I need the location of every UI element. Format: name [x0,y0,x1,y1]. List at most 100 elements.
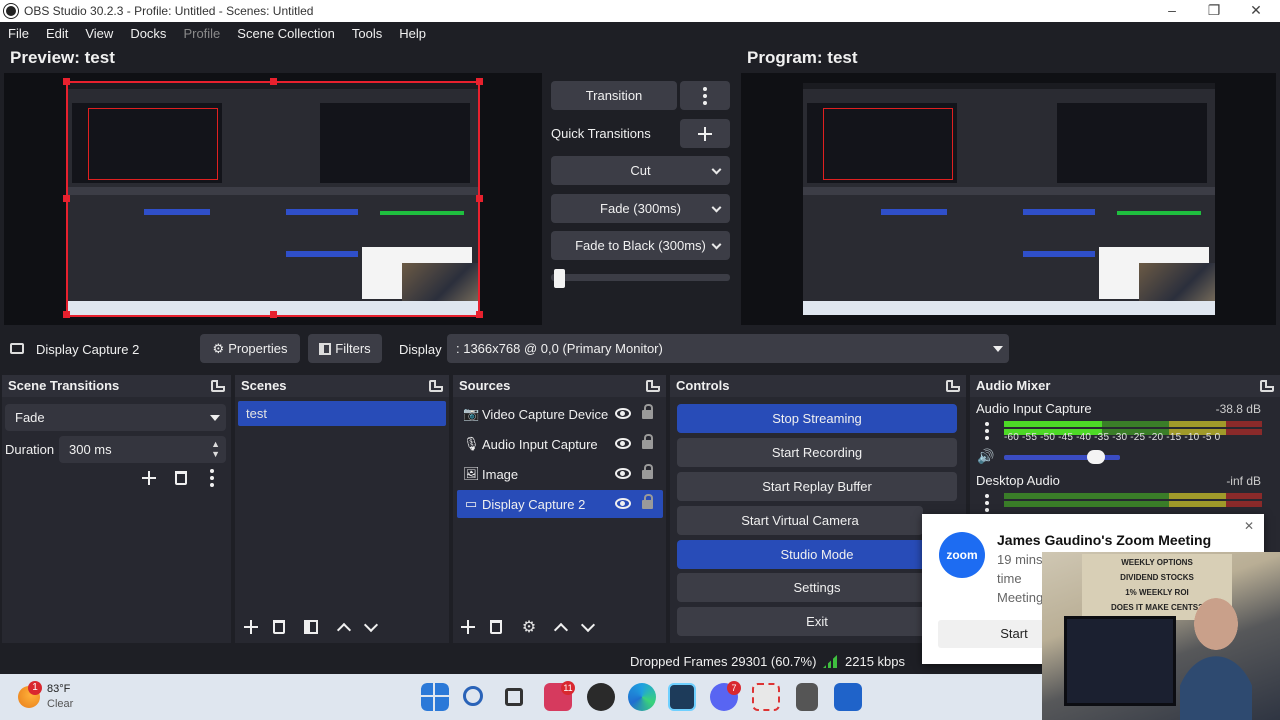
preview-canvas[interactable] [4,73,542,325]
resize-handle[interactable] [270,311,277,318]
sources-dock: Sources 📷 Video Capture Device 🎙 Audio Inp… [453,375,666,643]
source-item[interactable]: 🎙 Audio Input Capture [457,430,663,458]
eye-icon[interactable] [615,408,631,419]
channel-db-level: -38.8 dB [1215,402,1261,416]
minimize-button[interactable]: – [1152,0,1192,22]
transition-type-select[interactable]: Fade [5,404,226,431]
studio-mode-button[interactable]: Studio Mode [677,540,957,569]
restore-button[interactable]: ❐ [1194,0,1234,22]
add-scene-button[interactable] [239,615,263,639]
stop-streaming-button[interactable]: Stop Streaming [677,404,957,433]
lock-icon[interactable] [642,494,653,509]
resize-handle[interactable] [63,195,70,202]
transition-button[interactable]: Transition [551,81,677,110]
undock-icon[interactable] [646,380,660,392]
lock-icon[interactable] [642,434,653,449]
resize-handle[interactable] [476,78,483,85]
add-transition-button[interactable] [137,466,161,490]
undock-icon[interactable] [429,380,443,392]
weather-badge: 1 [28,681,42,695]
duration-spinbox[interactable]: 300 ms ▲ ▼ [59,436,226,463]
source-item-selected[interactable]: ▭ Display Capture 2 [457,490,663,518]
fade-to-black-button[interactable]: Fade to Black (300ms) [551,231,730,260]
task-view-icon[interactable] [505,688,523,706]
spin-arrows-icon[interactable]: ▲ ▼ [211,439,220,459]
lock-icon[interactable] [642,464,653,479]
zoom-logo-icon: zoom [939,532,985,578]
sources-header: Sources [453,375,666,397]
trash-icon [273,620,285,634]
source-item[interactable]: 📷 Video Capture Device [457,400,663,428]
channel-options-button[interactable] [975,419,999,443]
volume-slider[interactable] [1004,450,1120,464]
eye-icon[interactable] [615,438,631,449]
resize-handle[interactable] [476,311,483,318]
resize-handle[interactable] [270,78,277,85]
properties-button[interactable]: ⚙ Properties [200,334,300,363]
scene-item[interactable]: test [238,401,446,426]
transition-tbar[interactable] [551,269,730,288]
move-scene-up-button[interactable] [332,615,356,639]
exit-button[interactable]: Exit [677,607,957,636]
windows-start-icon[interactable] [421,683,449,711]
search-icon[interactable] [463,686,483,706]
source-properties-button[interactable]: ⚙ [517,615,541,639]
menu-profile[interactable]: Profile [183,26,220,41]
edge-browser-icon[interactable] [628,683,656,711]
toast-close-icon[interactable]: ✕ [1244,519,1254,533]
obs-taskbar-icon[interactable] [587,683,615,711]
calculator-icon[interactable] [796,683,818,711]
menu-file[interactable]: File [8,26,29,41]
source-item[interactable]: 🖼 Image [457,460,663,488]
eye-icon[interactable] [615,498,631,509]
display-select[interactable]: : 1366x768 @ 0,0 (Primary Monitor) [447,334,1009,363]
tbar-handle[interactable] [554,269,566,288]
channel-name: Audio Input Capture [976,401,1092,416]
dock-title: Scene Transitions [8,378,120,393]
transition-menu-button[interactable] [680,81,730,110]
menu-edit[interactable]: Edit [46,26,68,41]
resize-handle[interactable] [63,78,70,85]
menu-docks[interactable]: Docks [130,26,166,41]
selected-source-name: Display Capture 2 [36,342,140,357]
speaker-icon[interactable]: 🔊 [977,448,994,465]
menu-tools[interactable]: Tools [352,26,382,41]
start-recording-button[interactable]: Start Recording [677,438,957,467]
fade-transition-button[interactable]: Fade (300ms) [551,194,730,223]
plus-icon [142,471,156,485]
menu-view[interactable]: View [85,26,113,41]
caret-down-icon [993,346,1003,352]
menu-help[interactable]: Help [399,26,426,41]
remove-transition-button[interactable] [169,466,193,490]
lock-icon[interactable] [642,404,653,419]
transition-options-button[interactable] [200,466,224,490]
undock-icon[interactable] [211,380,225,392]
settings-button[interactable]: Settings [677,573,957,602]
remove-scene-button[interactable] [267,615,291,639]
selection-bounding-box[interactable] [66,81,480,317]
duration-label: Duration [5,442,55,457]
start-replay-buffer-button[interactable]: Start Replay Buffer [677,472,957,501]
menu-scene-collection[interactable]: Scene Collection [237,26,335,41]
volume-slider-knob[interactable] [1087,450,1106,464]
eye-icon[interactable] [615,468,631,479]
move-source-up-button[interactable] [549,615,573,639]
undock-icon[interactable] [946,380,960,392]
close-button[interactable]: ✕ [1236,0,1276,22]
resize-handle[interactable] [476,195,483,202]
app-icon[interactable] [668,683,696,711]
undock-icon[interactable] [1260,380,1274,392]
filters-button[interactable]: Filters [308,334,382,363]
snipping-tool-icon[interactable] [752,683,780,711]
start-virtual-camera-button[interactable]: Start Virtual Camera [677,506,923,535]
scene-filters-button[interactable] [299,615,323,639]
remove-source-button[interactable] [484,615,508,639]
add-source-button[interactable] [456,615,480,639]
move-scene-down-button[interactable] [359,615,383,639]
channel-options-button[interactable] [975,491,999,515]
resize-handle[interactable] [63,311,70,318]
add-quick-transition-button[interactable] [680,119,730,148]
cut-transition-button[interactable]: Cut [551,156,730,185]
move-source-down-button[interactable] [576,615,600,639]
outlook-icon[interactable] [834,683,862,711]
